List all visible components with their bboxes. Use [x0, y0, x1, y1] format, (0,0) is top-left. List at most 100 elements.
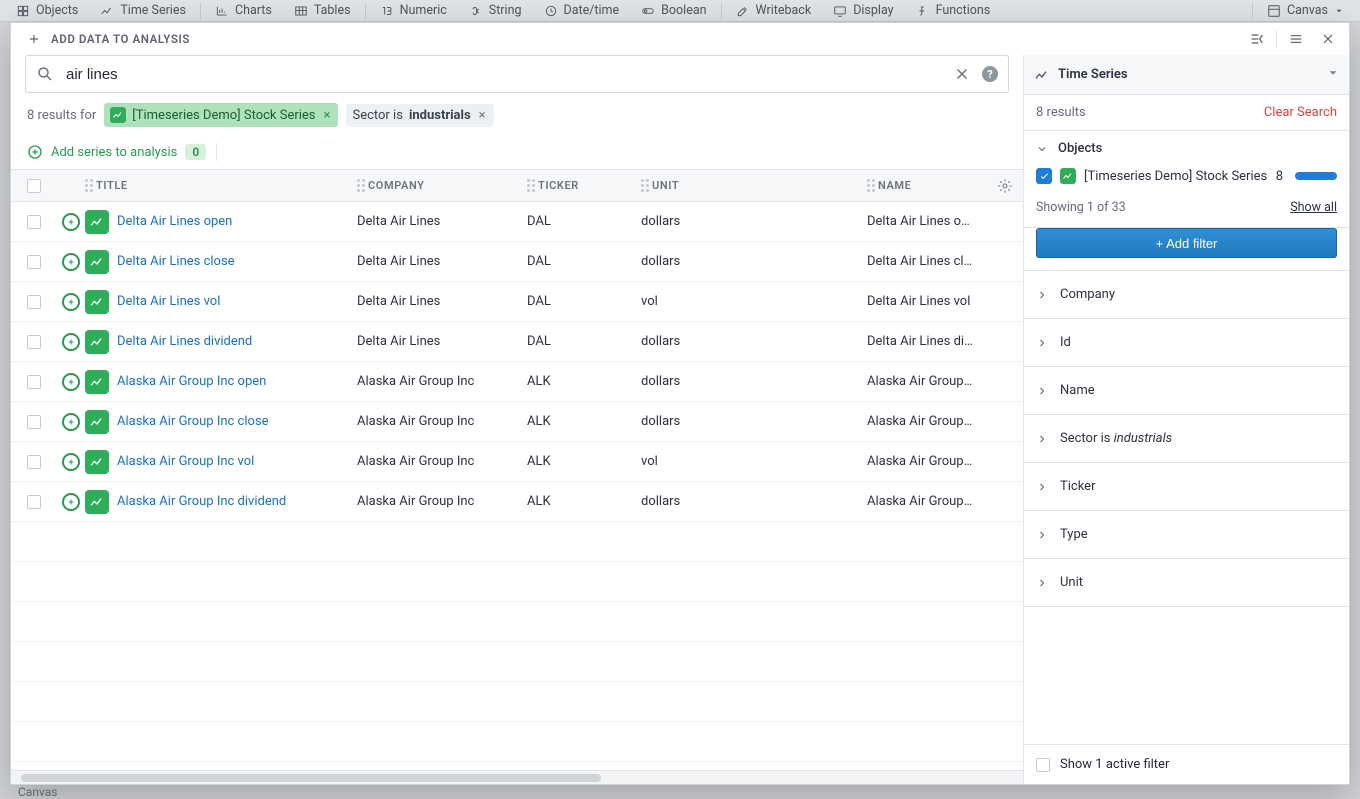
filter-item[interactable]: Sector is industrials [1024, 415, 1349, 463]
table-settings-icon[interactable] [987, 178, 1023, 194]
add-series-label[interactable]: Add series to analysis [51, 145, 177, 160]
clear-search-link[interactable]: Clear Search [1264, 105, 1337, 120]
horizontal-scrollbar[interactable] [11, 770, 1023, 784]
row-title-link[interactable]: Alaska Air Group Inc vol [117, 454, 254, 469]
objects-section-header[interactable]: Objects [1024, 131, 1349, 162]
results-count: 8 results for [27, 108, 96, 123]
search-field[interactable]: ? [25, 55, 1009, 93]
row-title-link[interactable]: Alaska Air Group Inc dividend [117, 494, 286, 509]
filter-item[interactable]: Unit [1024, 559, 1349, 607]
col-name[interactable]: NAME [867, 179, 987, 192]
ribbon-item-tables[interactable]: Tables [286, 1, 359, 21]
ribbon-item-display[interactable]: Display [825, 1, 901, 21]
add-filter-button[interactable]: + Add filter [1036, 228, 1337, 258]
filter-item[interactable]: Name [1024, 367, 1349, 415]
row-checkbox[interactable] [27, 335, 41, 349]
ribbon-item-string[interactable]: String [461, 1, 530, 21]
row-checkbox[interactable] [27, 295, 41, 309]
time-series-icon [85, 210, 109, 234]
add-row-button[interactable] [62, 333, 80, 351]
remove-source-chip[interactable]: × [322, 108, 333, 123]
ribbon-item-time-series[interactable]: Time Series [92, 1, 194, 21]
row-name: Delta Air Lines close [867, 254, 987, 269]
sector-chip[interactable]: Sector is industrials × [346, 104, 493, 127]
table-row[interactable]: Alaska Air Group Inc vol Alaska Air Grou… [11, 442, 1023, 482]
ribbon-item-datetime[interactable]: Date/time [536, 1, 628, 21]
row-ticker: DAL [527, 254, 641, 269]
row-checkbox[interactable] [27, 215, 41, 229]
row-checkbox[interactable] [27, 495, 41, 509]
source-checkbox[interactable] [1036, 168, 1052, 184]
help-icon[interactable]: ? [982, 66, 998, 82]
object-source-item[interactable]: [Timeseries Demo] Stock Series 8 [1024, 162, 1349, 192]
ribbon-item-numeric[interactable]: Numeric [372, 1, 455, 21]
show-active-filter-checkbox[interactable] [1036, 758, 1050, 772]
table-row[interactable]: Alaska Air Group Inc dividend Alaska Air… [11, 482, 1023, 522]
row-name: Alaska Air Group Inc close [867, 414, 987, 429]
add-row-button[interactable] [62, 413, 80, 431]
row-checkbox[interactable] [27, 375, 41, 389]
table-row[interactable]: Delta Air Lines dividend Delta Air Lines… [11, 322, 1023, 362]
add-row-button[interactable] [62, 213, 80, 231]
source-count: 8 [1276, 169, 1283, 184]
clear-search-icon[interactable] [952, 64, 972, 84]
table-row[interactable]: Alaska Air Group Inc close Alaska Air Gr… [11, 402, 1023, 442]
row-ticker: ALK [527, 494, 641, 509]
plus-circle-icon [27, 144, 43, 160]
side-dropdown-caret[interactable] [1327, 67, 1339, 83]
add-row-button[interactable] [62, 253, 80, 271]
select-all-checkbox[interactable] [27, 179, 41, 193]
remove-sector-chip[interactable]: × [477, 108, 488, 123]
collapse-right-icon[interactable] [1244, 26, 1270, 52]
row-title-link[interactable]: Delta Air Lines vol [117, 294, 220, 309]
filter-item[interactable]: Ticker [1024, 463, 1349, 511]
add-row-button[interactable] [62, 453, 80, 471]
add-series-bar: Add series to analysis 0 [11, 135, 1023, 169]
col-ticker[interactable]: TICKER [527, 179, 641, 192]
table-row[interactable]: Delta Air Lines vol Delta Air Lines DAL … [11, 282, 1023, 322]
row-title-link[interactable]: Alaska Air Group Inc close [117, 414, 269, 429]
col-unit[interactable]: UNIT [641, 179, 867, 192]
add-row-button[interactable] [62, 373, 80, 391]
row-ticker: ALK [527, 414, 641, 429]
filter-item[interactable]: Company [1024, 271, 1349, 319]
row-name: Alaska Air Group Inc open [867, 374, 987, 389]
row-checkbox[interactable] [27, 415, 41, 429]
col-title[interactable]: TITLE [85, 179, 357, 192]
ribbon-item-boolean[interactable]: Boolean [633, 1, 714, 21]
row-name: Delta Air Lines vol [867, 294, 987, 309]
col-company[interactable]: COMPANY [357, 179, 527, 192]
row-name: Alaska Air Group Inc vol [867, 454, 987, 469]
filter-item[interactable]: Id [1024, 319, 1349, 367]
add-row-button[interactable] [62, 293, 80, 311]
search-input[interactable] [64, 65, 942, 84]
chevron-right-icon [1036, 385, 1048, 397]
row-company: Delta Air Lines [357, 334, 527, 349]
side-results: 8 results [1036, 105, 1086, 120]
row-checkbox[interactable] [27, 255, 41, 269]
close-icon[interactable] [1315, 26, 1341, 52]
row-title-link[interactable]: Delta Air Lines open [117, 214, 232, 229]
row-title-link[interactable]: Delta Air Lines close [117, 254, 235, 269]
selected-count-pill: 0 [185, 144, 206, 160]
table-row[interactable]: Delta Air Lines open Delta Air Lines DAL… [11, 202, 1023, 242]
row-unit: dollars [641, 494, 867, 509]
row-company: Alaska Air Group Inc [357, 414, 527, 429]
source-chip[interactable]: [Timeseries Demo] Stock Series × [104, 103, 338, 127]
ribbon-item-charts[interactable]: Charts [207, 1, 280, 21]
row-title-link[interactable]: Alaska Air Group Inc open [117, 374, 266, 389]
ribbon-item-functions[interactable]: Functions [908, 1, 999, 21]
table-row[interactable]: Delta Air Lines close Delta Air Lines DA… [11, 242, 1023, 282]
row-checkbox[interactable] [27, 455, 41, 469]
filter-item[interactable]: Type [1024, 511, 1349, 559]
add-row-button[interactable] [62, 493, 80, 511]
show-all-link[interactable]: Show all [1290, 200, 1337, 215]
ribbon-item-writeback[interactable]: Writeback [728, 1, 820, 21]
table-row[interactable]: Alaska Air Group Inc open Alaska Air Gro… [11, 362, 1023, 402]
ribbon-canvas-dropdown[interactable]: Canvas [1259, 1, 1352, 21]
bottom-canvas-tab[interactable]: Canvas [10, 785, 65, 795]
row-title-link[interactable]: Delta Air Lines dividend [117, 334, 252, 349]
list-icon[interactable] [1283, 26, 1309, 52]
ribbon-item-objects[interactable]: Objects [8, 1, 86, 21]
time-series-icon [85, 450, 109, 474]
